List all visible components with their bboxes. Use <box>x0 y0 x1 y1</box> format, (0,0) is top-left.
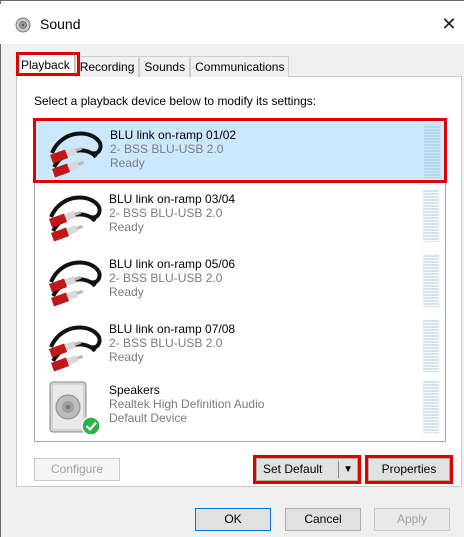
set-default-button[interactable]: Set Default ▼ <box>256 458 358 481</box>
device-status: Ready <box>109 220 144 234</box>
configure-button[interactable]: Configure <box>34 458 120 481</box>
device-list[interactable]: BLU link on-ramp 01/02 2- BSS BLU-USB 2.… <box>34 118 446 442</box>
rca-cable-icon <box>50 131 103 178</box>
volume-meter <box>424 126 440 178</box>
tab-sounds[interactable]: Sounds <box>139 56 191 77</box>
device-item-blu-link-01-02[interactable]: BLU link on-ramp 01/02 2- BSS BLU-USB 2.… <box>35 119 445 183</box>
rca-cable-icon <box>49 260 102 307</box>
ok-button[interactable]: OK <box>195 508 271 531</box>
tab-playback[interactable]: Playback <box>16 54 75 77</box>
device-subtitle: Realtek High Definition Audio <box>109 397 265 411</box>
sound-icon <box>15 17 31 33</box>
dropdown-arrow-icon[interactable]: ▼ <box>343 462 353 478</box>
volume-meter <box>423 255 439 307</box>
device-subtitle: 2- BSS BLU-USB 2.0 <box>110 142 224 156</box>
device-status: Default Device <box>109 411 188 425</box>
device-status: Ready <box>109 350 144 364</box>
device-subtitle: 2- BSS BLU-USB 2.0 <box>109 206 223 220</box>
device-name: BLU link on-ramp 05/06 <box>109 257 236 271</box>
device-name: BLU link on-ramp 01/02 <box>110 128 237 142</box>
volume-meter <box>423 381 439 433</box>
tab-recording[interactable]: Recording <box>74 56 140 77</box>
set-default-label: Set Default <box>263 462 323 476</box>
device-item-blu-link-07-08[interactable]: BLU link on-ramp 07/08 2- BSS BLU-USB 2.… <box>35 314 445 378</box>
device-status: Ready <box>110 156 145 170</box>
cancel-button[interactable]: Cancel <box>285 508 361 531</box>
device-name: BLU link on-ramp 07/08 <box>109 322 236 336</box>
rca-cable-icon <box>49 195 102 242</box>
volume-meter <box>423 320 439 372</box>
tab-strip: Playback Recording Sounds Communications <box>16 54 290 77</box>
device-name: Speakers <box>109 383 160 397</box>
device-subtitle: 2- BSS BLU-USB 2.0 <box>109 271 223 285</box>
device-status: Ready <box>109 285 144 299</box>
apply-button[interactable]: Apply <box>374 508 450 531</box>
volume-meter <box>423 190 439 242</box>
speaker-icon <box>49 381 101 436</box>
properties-button[interactable]: Properties <box>368 458 450 481</box>
title-bar[interactable]: Sound ✕ <box>0 4 464 44</box>
device-name: BLU link on-ramp 03/04 <box>109 192 236 206</box>
default-check-icon <box>81 416 101 436</box>
tab-communications[interactable]: Communications <box>190 56 290 77</box>
window-title: Sound <box>40 16 81 32</box>
rca-cable-icon <box>49 325 102 372</box>
device-subtitle: 2- BSS BLU-USB 2.0 <box>109 336 223 350</box>
device-item-blu-link-03-04[interactable]: BLU link on-ramp 03/04 2- BSS BLU-USB 2.… <box>35 184 445 248</box>
instruction-text: Select a playback device below to modify… <box>34 94 317 108</box>
split-divider <box>338 461 339 478</box>
device-item-blu-link-05-06[interactable]: BLU link on-ramp 05/06 2- BSS BLU-USB 2.… <box>35 249 445 313</box>
device-item-speakers[interactable]: Speakers Realtek High Definition Audio D… <box>35 375 445 439</box>
close-button[interactable]: ✕ <box>434 4 464 44</box>
close-icon: ✕ <box>441 13 457 34</box>
